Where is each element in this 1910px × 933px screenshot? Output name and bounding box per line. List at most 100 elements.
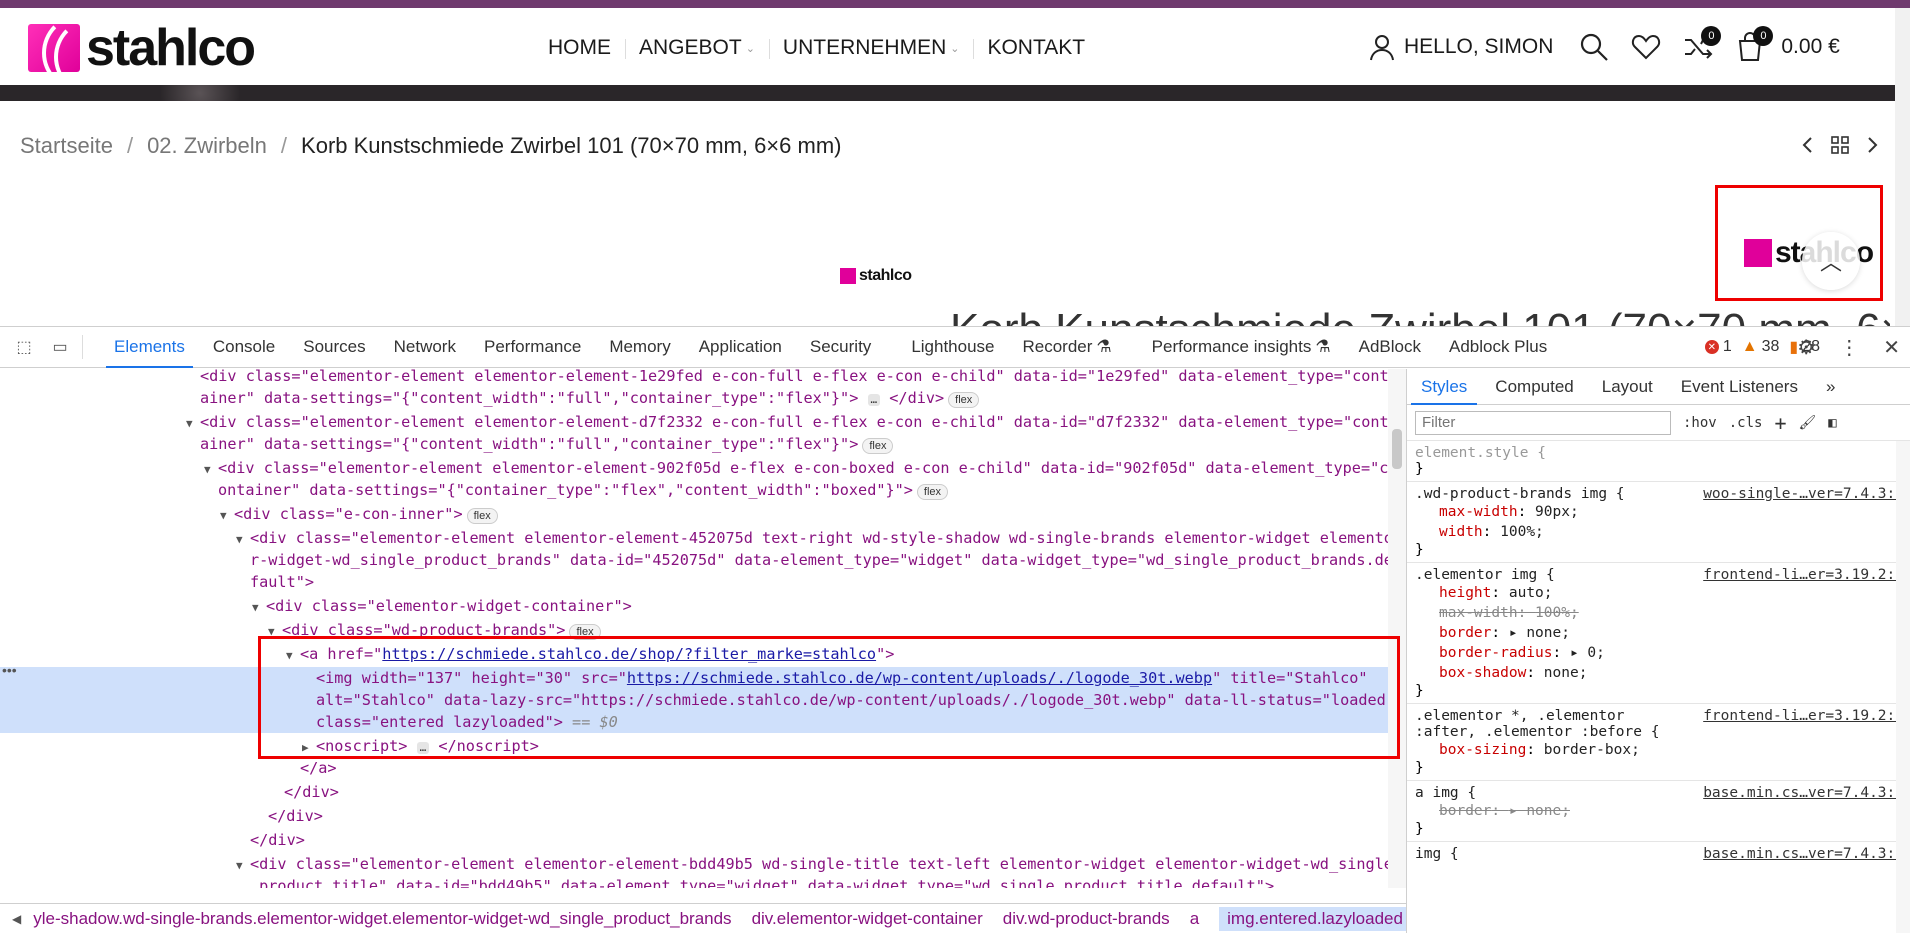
dom-node-selected[interactable]: class="entered lazyloaded"> == $0 bbox=[0, 711, 1388, 733]
tab-application[interactable]: Application bbox=[685, 327, 796, 368]
dom-node[interactable]: ▼ <div class="elementor-widget-container"… bbox=[252, 595, 632, 617]
chevron-right-icon[interactable] bbox=[1864, 135, 1880, 155]
account-link[interactable]: HELLO, SIMON bbox=[1368, 33, 1553, 61]
more-vertical-icon[interactable]: ⋮ bbox=[1839, 335, 1859, 360]
compare-button[interactable]: 0 bbox=[1683, 26, 1722, 62]
subtab-styles[interactable]: Styles bbox=[1407, 369, 1481, 405]
ellipsis-icon[interactable]: … bbox=[416, 742, 430, 754]
rule-source-link[interactable]: base.min.cs…ver=7.4.3:1 bbox=[1703, 846, 1904, 862]
tab-memory[interactable]: Memory bbox=[595, 327, 684, 368]
flex-badge[interactable]: flex bbox=[916, 484, 949, 500]
css-rule[interactable]: .wd-product-brands img { woo-single-…ver… bbox=[1407, 482, 1910, 563]
tab-sources[interactable]: Sources bbox=[289, 327, 379, 368]
add-rule-icon[interactable]: + bbox=[1774, 411, 1786, 435]
cls-toggle[interactable]: .cls bbox=[1729, 415, 1763, 431]
ellipsis-icon[interactable]: … bbox=[867, 394, 881, 406]
chevron-left-icon[interactable]: ◀ bbox=[12, 912, 21, 926]
tab-network[interactable]: Network bbox=[380, 327, 470, 368]
scroll-to-top-button[interactable]: ︿ bbox=[1802, 232, 1860, 290]
dom-node[interactable]: </a> bbox=[300, 757, 337, 779]
css-rule[interactable]: element.style { } bbox=[1407, 441, 1910, 482]
dom-node[interactable]: </div> bbox=[250, 829, 305, 851]
more-horizontal-icon[interactable]: ••• bbox=[2, 662, 17, 678]
breadcrumb-category[interactable]: 02. Zwirbeln bbox=[147, 133, 267, 159]
tab-recorder[interactable]: Recorder ⚗ bbox=[1009, 327, 1126, 368]
tab-console[interactable]: Console bbox=[199, 327, 289, 368]
flex-badge[interactable]: flex bbox=[862, 438, 894, 454]
css-rule[interactable]: .elementor *, .elementor :after, .elemen… bbox=[1407, 704, 1910, 781]
cart-total[interactable]: 0.00 € bbox=[1781, 35, 1839, 59]
nav-kontakt[interactable]: KONTAKT bbox=[973, 36, 1099, 60]
page-scrollbar[interactable] bbox=[1895, 8, 1910, 326]
cart-button[interactable]: 0 bbox=[1735, 26, 1774, 62]
href-link[interactable]: https://schmiede.stahlco.de/shop/?filter… bbox=[382, 645, 876, 663]
grid-icon[interactable] bbox=[1830, 135, 1850, 155]
dom-node-selected[interactable]: <img width="137" height="30" src="https:… bbox=[0, 667, 1388, 689]
dom-node[interactable]: ▼ <div class="wd-product-brands"> flex bbox=[268, 619, 601, 641]
subtab-more[interactable]: » bbox=[1812, 369, 1849, 405]
dom-node[interactable]: ▼ <a href="https://schmiede.stahlco.de/sh… bbox=[286, 643, 894, 665]
css-rule[interactable]: img { base.min.cs…ver=7.4.3:1 bbox=[1407, 842, 1910, 866]
sidebar-toggle-icon[interactable]: ◧ bbox=[1828, 415, 1836, 431]
nav-angebot[interactable]: ANGEBOT ⌄ bbox=[625, 36, 769, 60]
dom-crumb[interactable]: yle-shadow.wd-single-brands.elementor-wi… bbox=[33, 909, 731, 929]
dom-node[interactable]: ▶ <noscript> … </noscript> bbox=[302, 735, 539, 757]
flex-badge[interactable]: flex bbox=[466, 508, 498, 524]
subtab-computed[interactable]: Computed bbox=[1481, 369, 1587, 405]
chevron-left-icon[interactable] bbox=[1800, 135, 1816, 155]
flex-badge[interactable]: flex bbox=[569, 624, 601, 640]
device-toolbar-icon[interactable]: ▭ bbox=[48, 336, 72, 358]
dom-node[interactable]: ▼ <div class="e-con-inner"> flex bbox=[220, 503, 498, 525]
wishlist-button[interactable] bbox=[1631, 32, 1661, 62]
tab-adblock[interactable]: AdBlock bbox=[1345, 327, 1435, 368]
nav-home[interactable]: HOME bbox=[534, 36, 625, 60]
site-logo[interactable]: stahlco bbox=[28, 22, 256, 74]
dom-node[interactable]: fault"> bbox=[250, 571, 314, 593]
rule-source-link[interactable]: frontend-li…er=3.19.2:2 bbox=[1703, 567, 1904, 583]
dom-node[interactable]: ainer" data-settings="{"content_width":"… bbox=[200, 387, 980, 409]
src-link[interactable]: https://schmiede.stahlco.de/wp-content/u… bbox=[627, 669, 1212, 687]
rule-source-link[interactable]: frontend-li…er=3.19.2:2 bbox=[1703, 708, 1904, 724]
dom-node[interactable]: ontainer" data-settings="{"container_typ… bbox=[218, 479, 949, 501]
search-button[interactable] bbox=[1579, 32, 1609, 62]
subtab-layout[interactable]: Layout bbox=[1588, 369, 1667, 405]
highlighted-brand-logo[interactable]: stahlco bbox=[1715, 185, 1883, 301]
product-brand-logo-small[interactable]: stahlco bbox=[840, 267, 912, 285]
gear-icon[interactable]: ⚙ bbox=[1797, 335, 1815, 360]
dom-scrollbar[interactable] bbox=[1388, 369, 1406, 888]
tab-performance-insights[interactable]: Performance insights ⚗ bbox=[1138, 327, 1345, 368]
dom-node[interactable]: </div> bbox=[284, 781, 339, 803]
subtab-event-listeners[interactable]: Event Listeners bbox=[1667, 369, 1812, 405]
dom-crumb-current[interactable]: img.entered.lazyloaded bbox=[1219, 906, 1406, 931]
tab-performance[interactable]: Performance bbox=[470, 327, 595, 368]
breadcrumb-home[interactable]: Startseite bbox=[20, 133, 113, 159]
styles-scrollbar[interactable] bbox=[1896, 441, 1910, 933]
tab-lighthouse[interactable]: Lighthouse bbox=[897, 327, 1008, 368]
nav-unternehmen[interactable]: UNTERNEHMEN ⌄ bbox=[768, 36, 974, 60]
styles-filter-input[interactable] bbox=[1415, 410, 1671, 435]
dom-node[interactable]: ▼ <div class="elementor-element elementor… bbox=[204, 457, 1388, 479]
dom-node[interactable]: ▼ <div class="elementor-element elementor… bbox=[186, 411, 1389, 433]
paint-brush-icon[interactable]: 🖌 bbox=[1798, 415, 1816, 431]
rule-source-link[interactable]: woo-single-…ver=7.4.3:1 bbox=[1703, 486, 1904, 502]
dom-node[interactable]: <div class="elementor-element elementor-… bbox=[200, 369, 1389, 387]
dom-node[interactable]: ▼ <div class="elementor-element elementor… bbox=[236, 527, 1393, 549]
tab-elements[interactable]: Elements bbox=[100, 327, 199, 368]
dom-crumb[interactable]: a bbox=[1190, 909, 1199, 929]
dom-node[interactable]: _product_title" data-id="bdd49b5" data-e… bbox=[250, 875, 1274, 888]
dom-node-selected[interactable]: alt="Stahlco" data-lazy-src="https://sch… bbox=[0, 689, 1395, 711]
hov-toggle[interactable]: :hov bbox=[1683, 415, 1717, 431]
dom-node[interactable]: r-widget-wd_single_product_brands" data-… bbox=[250, 549, 1393, 571]
dom-crumb[interactable]: div.elementor-widget-container bbox=[752, 909, 983, 929]
rule-source-link[interactable]: base.min.cs…ver=7.4.3:1 bbox=[1703, 785, 1904, 801]
flex-badge[interactable]: flex bbox=[948, 392, 980, 408]
css-rule[interactable]: .elementor img { frontend-li…er=3.19.2:2… bbox=[1407, 563, 1910, 704]
tab-adblock-plus[interactable]: Adblock Plus bbox=[1435, 327, 1561, 368]
css-rule[interactable]: a img { base.min.cs…ver=7.4.3:1 border: … bbox=[1407, 781, 1910, 842]
tab-security[interactable]: Security bbox=[796, 327, 885, 368]
dom-node[interactable]: ▼ <div class="elementor-element elementor… bbox=[236, 853, 1393, 875]
dom-node[interactable]: ainer" data-settings="{"content_width":"… bbox=[200, 433, 894, 455]
inspect-element-icon[interactable]: ⬚ bbox=[12, 336, 36, 358]
dom-crumb[interactable]: div.wd-product-brands bbox=[1003, 909, 1170, 929]
close-icon[interactable]: ✕ bbox=[1883, 335, 1900, 360]
